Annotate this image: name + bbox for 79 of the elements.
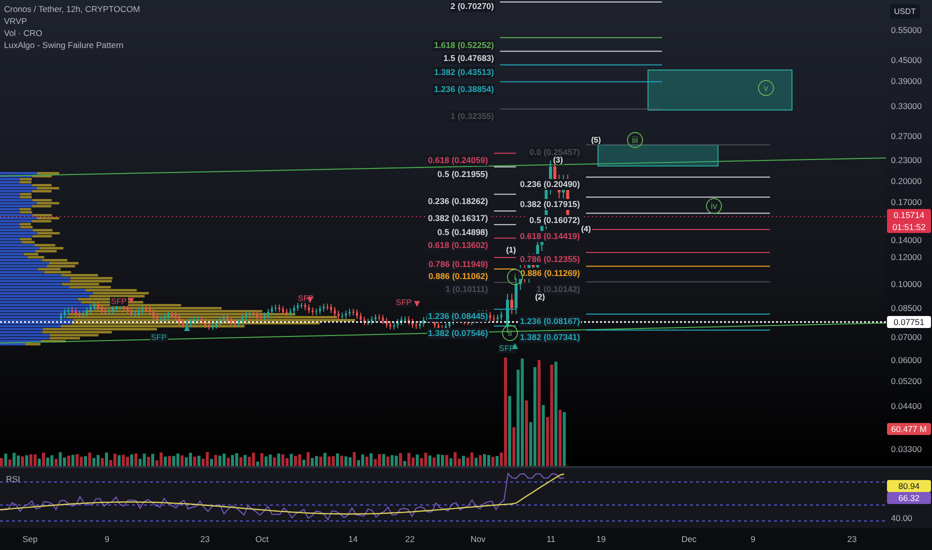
countdown-timer: 01:51:52 xyxy=(891,220,927,233)
legend-item: LuxAlgo - Swing Failure Pattern xyxy=(4,40,125,51)
time-tick: 23 xyxy=(846,534,858,544)
fib-level-label: 0.382 (0.16317) xyxy=(426,213,489,224)
wave-label: (1) xyxy=(505,246,517,254)
volume-badge: 60.477 M xyxy=(887,423,931,435)
wave-label: iii xyxy=(627,132,643,148)
fib-level-label: 1.382 (0.07341) xyxy=(518,332,581,344)
time-tick: 11 xyxy=(546,534,556,544)
time-tick: 9 xyxy=(104,534,110,544)
crosshair-price-badge: 0.07751 xyxy=(887,316,931,328)
price-tick: 0.33000 xyxy=(891,100,922,112)
time-tick: 14 xyxy=(347,534,359,544)
fib-level-label: 0.618 (0.14419) xyxy=(518,231,581,242)
time-tick: 22 xyxy=(404,534,416,544)
fib-level-label: 1 (0.32355) xyxy=(450,111,495,122)
fib-level-label: 0.786 (0.11949) xyxy=(427,259,489,270)
wave-label: (5) xyxy=(590,136,602,144)
price-tick: 0.27000 xyxy=(891,130,922,142)
fib-level-label: 0.382 (0.17915) xyxy=(518,199,581,210)
fib-level-label: 1.236 (0.08167) xyxy=(518,316,581,328)
price-tick: 0.17000 xyxy=(891,196,922,208)
wave-label: (4) xyxy=(580,224,592,234)
time-tick: Oct xyxy=(254,534,270,544)
fib-level-label: 0.5 (0.21955) xyxy=(436,168,489,180)
price-tick: 0.04400 xyxy=(891,400,922,412)
price-tick: 0.03300 xyxy=(891,443,922,456)
sfp-label: SFP xyxy=(150,333,168,342)
fib-level-label: 1.236 (0.08445) xyxy=(426,311,489,322)
wave-label: (3) xyxy=(552,156,564,164)
rsi-tick: 40.00 xyxy=(891,512,912,524)
fib-level-label: 1.618 (0.52252) xyxy=(432,40,495,51)
fib-level-label: 1.382 (0.07546) xyxy=(426,328,489,339)
fib-level-label: 0.236 (0.18262) xyxy=(426,196,489,208)
sfp-label: SFP xyxy=(110,297,128,306)
rsi-average-badge: 66.32 xyxy=(887,492,931,504)
sfp-label: SFP xyxy=(395,298,413,307)
fib-level-label: 0.5 (0.16072) xyxy=(528,215,581,226)
price-tick: 0.05200 xyxy=(891,375,922,388)
wave-label: (2) xyxy=(534,292,546,302)
price-tick: 0.39000 xyxy=(891,75,922,88)
last-price: 0.15714 xyxy=(892,208,926,221)
indicator-label: RSI xyxy=(6,474,20,484)
price-tick: 0.06000 xyxy=(891,354,922,366)
price-tick: 0.10000 xyxy=(891,278,922,290)
wave-label: v xyxy=(758,80,774,96)
fib-level-label: 0.786 (0.12355) xyxy=(518,254,581,266)
fib-level-label: 1.236 (0.38854) xyxy=(432,84,495,95)
time-tick: 23 xyxy=(199,534,211,544)
fib-level-label: 0.886 (0.11062) xyxy=(427,270,489,282)
fib-level-label: 1 (0.10142) xyxy=(536,284,581,295)
time-tick: 9 xyxy=(750,534,756,544)
fib-level-label: 0.618 (0.24059) xyxy=(426,155,489,166)
price-tick: 0.45000 xyxy=(891,54,922,66)
fib-level-label: 1.5 (0.47683) xyxy=(442,53,495,64)
fib-level-label: 1 (0.10111) xyxy=(444,284,489,296)
fib-level-label: 0.618 (0.13602) xyxy=(426,240,489,252)
rsi-value-badge: 80.94 xyxy=(887,480,931,492)
wave-label: iv xyxy=(706,198,722,214)
fib-level-label: 0.236 (0.20490) xyxy=(518,179,581,190)
legend-item: VRVP xyxy=(4,16,28,27)
legend-item: Vol · CRO xyxy=(4,28,44,39)
price-tick: 0.20000 xyxy=(891,174,922,187)
fib-level-label: 2 (0.70270) xyxy=(450,1,495,12)
price-tick: 0.23000 xyxy=(891,154,922,166)
time-tick: Nov xyxy=(469,534,487,544)
price-tick: 0.12000 xyxy=(891,250,922,263)
time-tick: 19 xyxy=(595,534,607,544)
price-tick: 0.55000 xyxy=(891,24,922,36)
fib-level-label: 0.0 (0.25457) xyxy=(528,146,581,158)
currency-button[interactable]: USDT xyxy=(890,4,920,19)
fib-level-label: 0.5 (0.14898) xyxy=(436,226,489,238)
legend-item: Cronos / Tether, 12h, CRYPTOCOM xyxy=(4,4,140,15)
price-tick: 0.07000 xyxy=(891,331,922,344)
time-tick: Sep xyxy=(21,534,39,544)
time-tick: Dec xyxy=(680,534,698,544)
price-tick: 0.14000 xyxy=(891,234,922,246)
fib-level-label: 1.382 (0.43513) xyxy=(432,66,495,78)
price-tick: 0.08500 xyxy=(891,302,922,314)
